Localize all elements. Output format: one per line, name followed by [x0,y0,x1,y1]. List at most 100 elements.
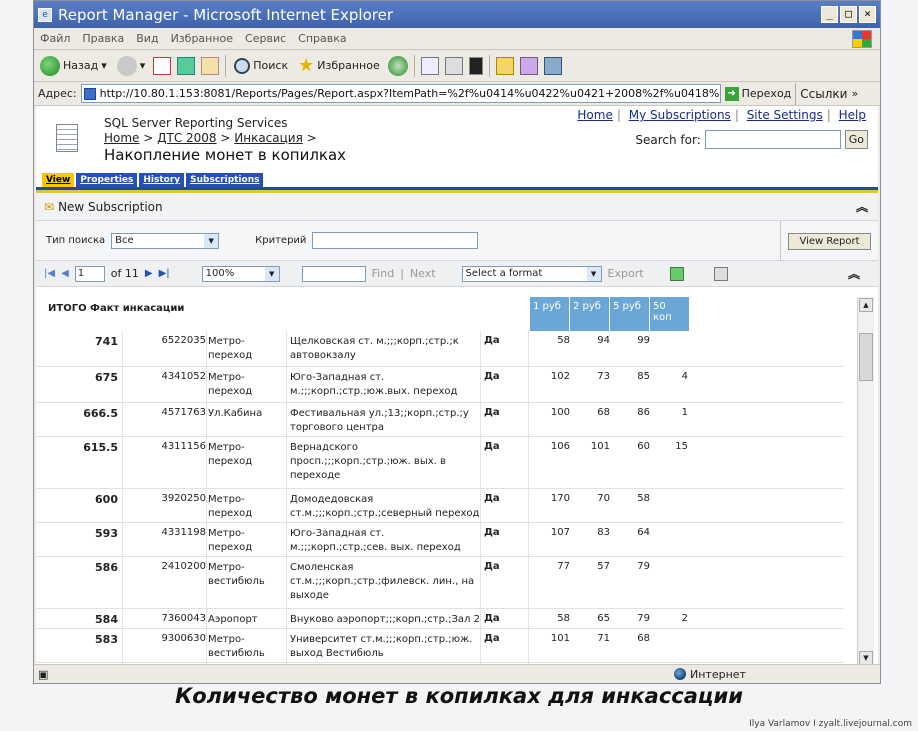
browser-toolbar: Назад ▾ ▾ Поиск ★ Избранное [34,50,880,82]
column-header: 50 коп [650,297,690,331]
previous-page-icon[interactable]: ◀ [61,268,69,279]
scroll-thumb[interactable] [859,333,873,381]
mail-icon[interactable] [420,56,439,75]
search-go-button[interactable]: Go [844,130,868,149]
refresh-icon[interactable] [177,56,196,75]
go-button[interactable]: ➜ Переход [724,86,791,101]
parameters-bar: Тип поиска Все ▼ Критерий View Report [36,221,878,261]
print-icon[interactable] [444,56,463,75]
cell-r5: 60 [637,441,650,452]
cell-total: 600 [95,493,118,506]
report-header: SQL Server Reporting Services Home > ДТС… [36,106,878,170]
cell-k50: 15 [675,441,688,452]
address-bar: Адрес: http://10.80.1.153:8081/Reports/P… [34,82,880,106]
new-subscription-button[interactable]: New Subscription [58,200,163,214]
find-next-link[interactable]: Next [410,267,436,280]
column-header: 1 руб [530,297,570,331]
search-type-select[interactable]: Все ▼ [111,232,220,249]
globe-icon [674,668,686,680]
menu-bar: Файл Правка Вид Избранное Сервис Справка [34,28,880,50]
cell-address: Юго-Западная ст. м.;;;корп.;стр.;сев. вы… [290,528,461,553]
service-name: SQL Server Reporting Services [104,116,288,130]
page-title: Накопление монет в копилках [104,146,347,164]
forward-button[interactable]: ▾ [115,54,148,78]
chevron-right-icon[interactable]: » [851,87,858,100]
export-link[interactable]: Export [608,267,644,280]
find-link[interactable]: Find [372,267,395,280]
home-icon[interactable] [201,56,220,75]
page-number-input[interactable]: 1 [74,265,105,282]
link-my-subscriptions[interactable]: My Subscriptions [629,108,731,122]
tab-subscriptions[interactable]: Subscriptions [186,173,264,187]
scroll-down-icon[interactable]: ▼ [859,651,873,665]
page-content: SQL Server Reporting Services Home > ДТС… [36,106,878,666]
stop-icon[interactable] [153,56,172,75]
cell-flag: Да [484,633,500,644]
print-icon[interactable] [713,266,728,281]
minimize-button[interactable]: _ [821,6,838,23]
table-row: 586 2410200 Метро- вестибюль Смоленская ст.… [36,557,844,609]
maximize-button[interactable]: □ [840,6,857,23]
back-button[interactable]: Назад ▾ [38,54,109,78]
link-site-settings[interactable]: Site Settings [747,108,823,122]
cell-r2: 101 [590,441,610,452]
link-home[interactable]: Home [577,108,612,122]
last-page-icon[interactable]: ▶| [159,268,170,279]
chevron-down-icon: ▼ [204,233,219,248]
criteria-input[interactable] [312,232,479,249]
menu-tools[interactable]: Сервис [245,32,286,45]
collapse-icon[interactable]: ︽ [848,265,860,282]
view-report-area: View Report [780,221,878,261]
go-arrow-icon: ➜ [724,86,739,101]
tab-view[interactable]: View [42,173,75,187]
search-button[interactable]: Поиск [232,56,290,76]
cell-id: 4311156 [161,441,206,452]
links-button[interactable]: Ссылки [800,87,847,101]
zoom-select[interactable]: 100% ▼ [201,265,280,282]
page-count: of 11 [110,267,139,280]
close-button[interactable]: × [859,6,876,23]
cell-r2: 68 [597,407,610,418]
next-page-icon[interactable]: ▶ [145,268,153,279]
view-report-button[interactable]: View Report [788,232,871,250]
notes-icon[interactable] [495,56,514,75]
breadcrumb-subfolder[interactable]: Инкасация [234,131,303,145]
tab-history[interactable]: History [139,173,185,187]
cell-address: Вернадского просп.;;;корп.;стр.;юж. вых.… [290,442,446,481]
scroll-up-icon[interactable]: ▲ [859,298,873,312]
table-row: 583 9300630 Метро- вестибюль Университет ст… [36,629,844,663]
edit-icon[interactable] [468,56,483,75]
research-icon[interactable] [519,56,538,75]
link-help[interactable]: Help [839,108,866,122]
address-input[interactable]: http://10.80.1.153:8081/Reports/Pages/Re… [80,84,721,103]
breadcrumb-home[interactable]: Home [104,131,139,145]
search-input[interactable] [704,130,841,149]
zone-label: Интернет [690,667,746,681]
cell-flag: Да [484,371,500,382]
tab-properties[interactable]: Properties [76,173,138,187]
menu-favorites[interactable]: Избранное [171,32,233,45]
refresh-icon[interactable] [669,266,684,281]
cell-flag: Да [484,407,500,418]
first-page-icon[interactable]: |◀ [44,268,55,279]
messenger-icon[interactable] [543,56,562,75]
menu-file[interactable]: Файл [40,32,70,45]
chevron-down-icon: ▼ [586,266,601,281]
menu-view[interactable]: Вид [136,32,158,45]
menu-edit[interactable]: Правка [82,32,124,45]
favorites-button[interactable]: ★ Избранное [296,53,382,78]
cell-r5: 68 [637,633,650,644]
table-row: 584 7360043 Аэропорт Внуково аэропорт;;;кор… [36,609,844,629]
report-scrollbar[interactable]: ▲ ▼ [857,297,874,666]
collapse-icon[interactable]: ︽ [856,198,868,215]
breadcrumb-folder[interactable]: ДТС 2008 [157,131,216,145]
cell-r1: 100 [550,407,570,418]
find-input[interactable] [301,265,366,282]
history-icon[interactable] [387,55,408,76]
cell-address: Фестивальная ул.;13;;корп.;стр.;у торгов… [290,408,469,433]
cell-type: Аэропорт [208,614,258,625]
table-row: 615.5 4311156 Метро- переход Вернадского пр… [36,437,844,489]
export-format-select[interactable]: Select a format ▼ [461,265,602,282]
cell-r2: 57 [597,561,610,572]
menu-help[interactable]: Справка [298,32,346,45]
